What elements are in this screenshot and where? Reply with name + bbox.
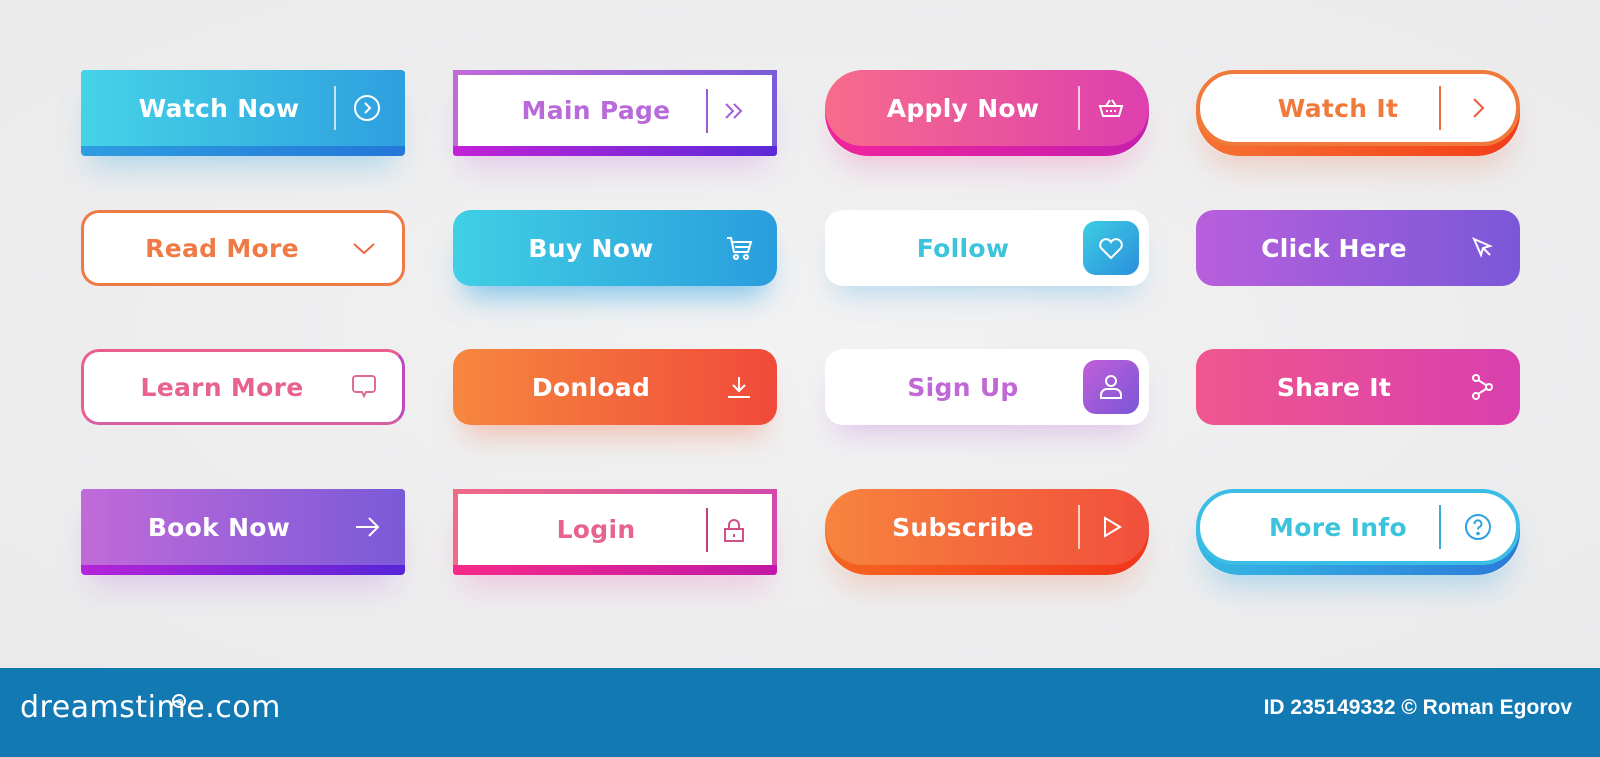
separator <box>1078 86 1080 130</box>
lock-icon <box>718 514 750 546</box>
cursor-icon <box>1466 232 1498 264</box>
main-page-button[interactable]: Main Page <box>453 70 777 156</box>
button-label: Watch It <box>1277 93 1399 123</box>
chevron-down-icon <box>348 232 380 264</box>
sign-up-button[interactable]: Sign Up <box>825 349 1149 425</box>
button-label: Click Here <box>1261 233 1407 263</box>
logo-text: dreamstime.com <box>20 690 281 725</box>
separator <box>1439 505 1441 549</box>
image-credit: ID 235149332 © Roman Egorov <box>1263 696 1572 719</box>
button-label: Login <box>556 515 636 544</box>
heart-icon <box>1083 221 1139 275</box>
buy-now-button[interactable]: Buy Now <box>453 210 777 286</box>
dreamstime-logo[interactable]: dreamstime.com <box>20 690 281 725</box>
learn-more-button[interactable]: Learn More <box>81 349 405 425</box>
button-label: Subscribe <box>892 512 1034 542</box>
chevron-right-circle-icon <box>351 92 383 124</box>
arrow-right-icon <box>351 511 383 543</box>
login-button[interactable]: Login <box>453 489 777 575</box>
chat-bubble-icon <box>348 371 380 403</box>
watch-now-button[interactable]: Watch Now <box>81 70 405 156</box>
subscribe-button[interactable]: Subscribe <box>825 489 1149 575</box>
double-chevron-right-icon <box>718 95 750 127</box>
follow-button[interactable]: Follow <box>825 210 1149 286</box>
button-label: Read More <box>145 233 299 263</box>
separator <box>706 88 708 133</box>
button-label: Book Now <box>147 512 291 542</box>
click-here-button[interactable]: Click Here <box>1196 210 1520 286</box>
button-label: Sign Up <box>907 372 1019 402</box>
separator <box>706 507 708 552</box>
separator <box>334 86 336 130</box>
button-label: Donload <box>531 372 651 402</box>
basket-icon <box>1095 92 1127 124</box>
apply-now-button[interactable]: Apply Now <box>825 70 1149 156</box>
button-label: Share It <box>1276 372 1392 402</box>
button-label: Buy Now <box>528 233 654 263</box>
read-more-button[interactable]: Read More <box>81 210 405 286</box>
cart-icon <box>723 232 755 264</box>
download-button[interactable]: Donload <box>453 349 777 425</box>
separator <box>1439 86 1441 130</box>
button-showcase: Watch Now Main Page Apply Now Watch It R… <box>0 0 1600 668</box>
chevron-right-icon <box>1462 92 1494 124</box>
download-icon <box>723 371 755 403</box>
share-icon <box>1466 371 1498 403</box>
separator <box>1078 505 1080 549</box>
button-label: Main Page <box>521 96 671 125</box>
more-info-button[interactable]: More Info <box>1196 489 1520 575</box>
button-label: Apply Now <box>886 93 1040 123</box>
share-it-button[interactable]: Share It <box>1196 349 1520 425</box>
watch-it-button[interactable]: Watch It <box>1196 70 1520 156</box>
button-label: Watch Now <box>138 93 300 123</box>
play-icon <box>1095 511 1127 543</box>
swirl-icon <box>172 694 186 708</box>
button-label: Follow <box>916 233 1010 263</box>
question-circle-icon <box>1462 511 1494 543</box>
book-now-button[interactable]: Book Now <box>81 489 405 575</box>
footer-bar: dreamstime.com ID 235149332 © Roman Egor… <box>0 668 1600 757</box>
button-label: Learn More <box>140 372 304 402</box>
button-label: More Info <box>1269 512 1407 542</box>
user-icon <box>1083 360 1139 414</box>
